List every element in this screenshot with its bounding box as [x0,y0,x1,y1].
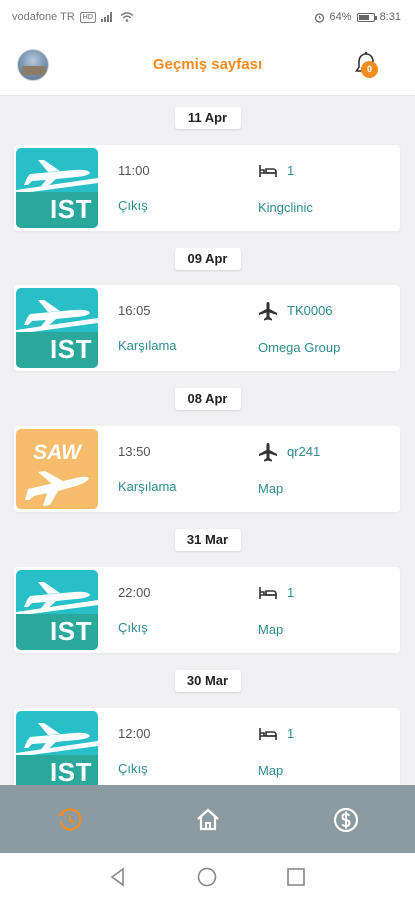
bed-icon [259,165,277,177]
info-value: 1 [287,163,295,178]
date-header: 11 Apr [174,107,241,129]
service-type: Çıkış [118,198,148,213]
history-icon[interactable] [55,805,85,835]
back-icon[interactable] [107,866,129,888]
place-label[interactable]: Map [258,481,283,496]
signal-icon [100,12,112,22]
service-type: Karşılama [118,338,177,353]
airport-tile: IST [16,711,98,785]
history-card[interactable]: SAW 13:50 Karşılama qr241 Map [14,426,400,512]
airport-code: IST [50,757,92,785]
info-value: 1 [287,585,295,600]
wifi-icon [120,12,134,22]
service-type: Çıkış [118,761,148,776]
time-label: 13:50 [118,444,151,459]
place-label[interactable]: Kingclinic [258,200,313,215]
history-list[interactable]: 11 Apr IST 11:00 Çıkış 1 Kingclinic 09 A… [0,97,415,785]
airport-code: IST [50,616,92,646]
airport-tile: SAW [16,429,98,509]
home-icon[interactable] [193,805,223,835]
service-type: Karşılama [118,479,177,494]
airport-code: IST [50,194,92,224]
time-label: 22:00 [118,585,151,600]
service-type: Çıkış [118,620,148,635]
alarm-icon [314,12,324,23]
bed-icon [259,587,277,599]
plane-icon [16,723,98,757]
airport-code: IST [50,334,92,364]
plane-icon [16,300,98,334]
date-header: 09 Apr [174,248,241,270]
carrier-label: vodafone TR [12,11,75,23]
airport-tile: IST [16,288,98,368]
bottom-nav [0,785,415,853]
status-bar: vodafone TR HD 64% 8:31 [0,0,415,34]
plane-icon [25,471,89,506]
system-nav-bar [0,853,415,900]
dollar-icon[interactable] [331,805,361,835]
time-label: 16:05 [118,303,151,318]
place-label[interactable]: Omega Group [258,340,340,355]
battery-percent: 64% [329,11,352,23]
history-card[interactable]: IST 16:05 Karşılama TK0006 Omega Group [14,285,400,371]
airport-tile: IST [16,570,98,650]
plane-icon [259,302,277,321]
time-label: 11:00 [118,163,150,178]
notification-badge: 0 [361,61,378,78]
time-label: 12:00 [118,726,151,741]
recents-icon[interactable] [285,866,307,888]
airport-tile: IST [16,148,98,228]
plane-icon [16,582,98,616]
date-header: 30 Mar [174,670,241,692]
network-badge: HD [79,11,96,23]
place-label[interactable]: Map [258,622,283,637]
home-button-icon[interactable] [196,866,218,888]
history-card[interactable]: IST 12:00 Çıkış 1 Map [14,708,400,785]
place-label[interactable]: Map [258,763,283,778]
info-value: qr241 [287,444,321,459]
plane-icon [259,443,277,462]
bed-icon [259,728,277,740]
airport-code: SAW [33,441,81,464]
app-bar: Geçmiş sayfası 0 [0,34,415,96]
history-card[interactable]: IST 11:00 Çıkış 1 Kingclinic [14,145,400,231]
battery-icon [356,12,377,22]
plane-icon [16,160,98,194]
date-header: 08 Apr [174,388,241,410]
history-card[interactable]: IST 22:00 Çıkış 1 Map [14,567,400,653]
info-value: 1 [287,726,295,741]
info-value: TK0006 [287,303,333,318]
clock: 8:31 [379,11,401,23]
date-header: 31 Mar [174,529,241,551]
